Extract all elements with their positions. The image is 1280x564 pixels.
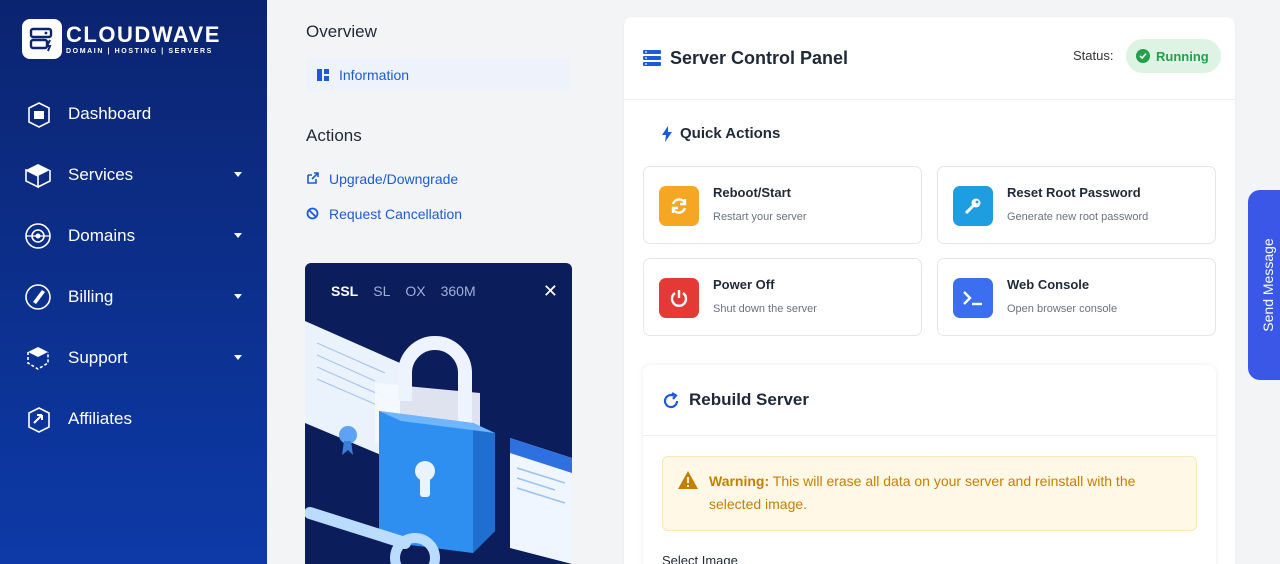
sidebar-item-label: Dashboard: [68, 103, 152, 123]
information-link[interactable]: Information: [306, 58, 570, 91]
rebuild-header: Rebuild Server: [643, 365, 1216, 436]
server-control-panel: Server Control Panel Status: Running Qui…: [624, 17, 1235, 564]
brand-name: CLOUDWAVE: [66, 21, 221, 47]
grid-icon: [317, 68, 329, 81]
panel-header: Server Control Panel Status: Running: [624, 17, 1235, 100]
bolt-icon: [662, 125, 672, 142]
brand-tagline: DOMAIN | HOSTING | SERVERS: [66, 47, 213, 55]
send-message-button[interactable]: Send Message: [1248, 190, 1280, 380]
sidebar-item-label: Domains: [68, 225, 136, 245]
warning-message: This will erase all data on your server …: [709, 473, 1136, 512]
ban-icon: [306, 207, 320, 220]
upgrade-downgrade-link[interactable]: Upgrade/Downgrade: [306, 161, 458, 196]
actions-title: Actions: [306, 126, 362, 145]
chevron-down-icon: [234, 233, 242, 238]
card-title: Reset Root Password: [1007, 185, 1141, 200]
chevron-down-icon: [234, 172, 242, 177]
chevron-down-icon: [234, 355, 242, 360]
card-title: Reboot/Start: [713, 185, 791, 200]
sidebar-item-domains[interactable]: Domains: [0, 205, 267, 266]
sidebar-item-dashboard[interactable]: Dashboard: [0, 83, 267, 144]
billing-icon: [23, 282, 53, 312]
sidebar-item-affiliates[interactable]: Affiliates: [0, 388, 267, 449]
warning-alert: Warning: This will erase all data on you…: [662, 456, 1197, 531]
sidebar-item-label: Services: [68, 164, 134, 184]
status-value: Running: [1156, 48, 1209, 64]
sidebar: CLOUDWAVE DOMAIN | HOSTING | SERVERS Das…: [0, 0, 267, 564]
reboot-start-button[interactable]: Reboot/Start Restart your server: [643, 166, 922, 244]
sidebar-item-services[interactable]: Services: [0, 144, 267, 205]
request-cancellation-link[interactable]: Request Cancellation: [306, 196, 462, 231]
web-console-button[interactable]: Web Console Open browser console: [937, 258, 1216, 336]
padlock-illustration: [305, 321, 572, 564]
sidebar-nav: Dashboard Services Domains Billing Suppo…: [0, 83, 267, 449]
sidebar-item-support[interactable]: Support: [0, 327, 267, 388]
rebuild-title: Rebuild Server: [689, 390, 809, 409]
card-subtitle: Open browser console: [1007, 303, 1118, 315]
warning-label: Warning:: [709, 473, 770, 489]
information-label: Information: [339, 66, 410, 83]
redo-icon: [662, 392, 680, 415]
sidebar-item-billing[interactable]: Billing: [0, 266, 267, 327]
external-link-icon: [306, 172, 320, 185]
warning-text: Warning: This will erase all data on you…: [709, 470, 1179, 516]
select-image-label: Select Image: [662, 553, 738, 564]
key-icon: [953, 186, 993, 226]
panel-title: Server Control Panel: [670, 48, 849, 68]
status-badge: Running: [1126, 39, 1221, 73]
support-icon: [23, 343, 53, 373]
globe-icon: [23, 221, 53, 251]
brand-logo[interactable]: CLOUDWAVE DOMAIN | HOSTING | SERVERS: [22, 19, 221, 59]
card-subtitle: Generate new root password: [1007, 211, 1149, 223]
request-cancellation-label: Request Cancellation: [329, 205, 463, 222]
card-subtitle: Shut down the server: [713, 303, 817, 315]
check-circle-icon: [1136, 49, 1150, 63]
status-label: Status:: [1073, 48, 1114, 63]
overview-title: Overview: [306, 22, 377, 41]
chevron-down-icon: [234, 294, 242, 299]
quick-actions-heading: Quick Actions: [662, 125, 780, 142]
sidebar-item-label: Billing: [68, 286, 114, 306]
dashboard-icon: [23, 99, 53, 129]
server-logo-icon: [22, 19, 62, 59]
card-subtitle: Restart your server: [713, 211, 807, 223]
power-off-button[interactable]: Power Off Shut down the server: [643, 258, 922, 336]
terminal-icon: [953, 278, 993, 318]
send-message-label: Send Message: [1260, 238, 1276, 332]
promo-banner: SSL SL OX 360M ✕: [305, 263, 572, 564]
refresh-icon: [659, 186, 699, 226]
card-title: Power Off: [713, 277, 775, 292]
reset-root-password-button[interactable]: Reset Root Password Generate new root pa…: [937, 166, 1216, 244]
rebuild-server-section: Rebuild Server Warning: This will erase …: [643, 365, 1216, 564]
power-icon: [659, 278, 699, 318]
card-title: Web Console: [1007, 277, 1090, 292]
upgrade-downgrade-label: Upgrade/Downgrade: [329, 170, 459, 187]
box-icon: [23, 160, 53, 190]
server-icon: [643, 50, 661, 71]
warning-triangle-icon: [677, 470, 699, 497]
sidebar-item-label: Affiliates: [68, 408, 132, 428]
sidebar-item-label: Support: [68, 347, 128, 367]
quick-actions-title: Quick Actions: [680, 125, 781, 142]
affiliates-icon: [23, 404, 53, 434]
